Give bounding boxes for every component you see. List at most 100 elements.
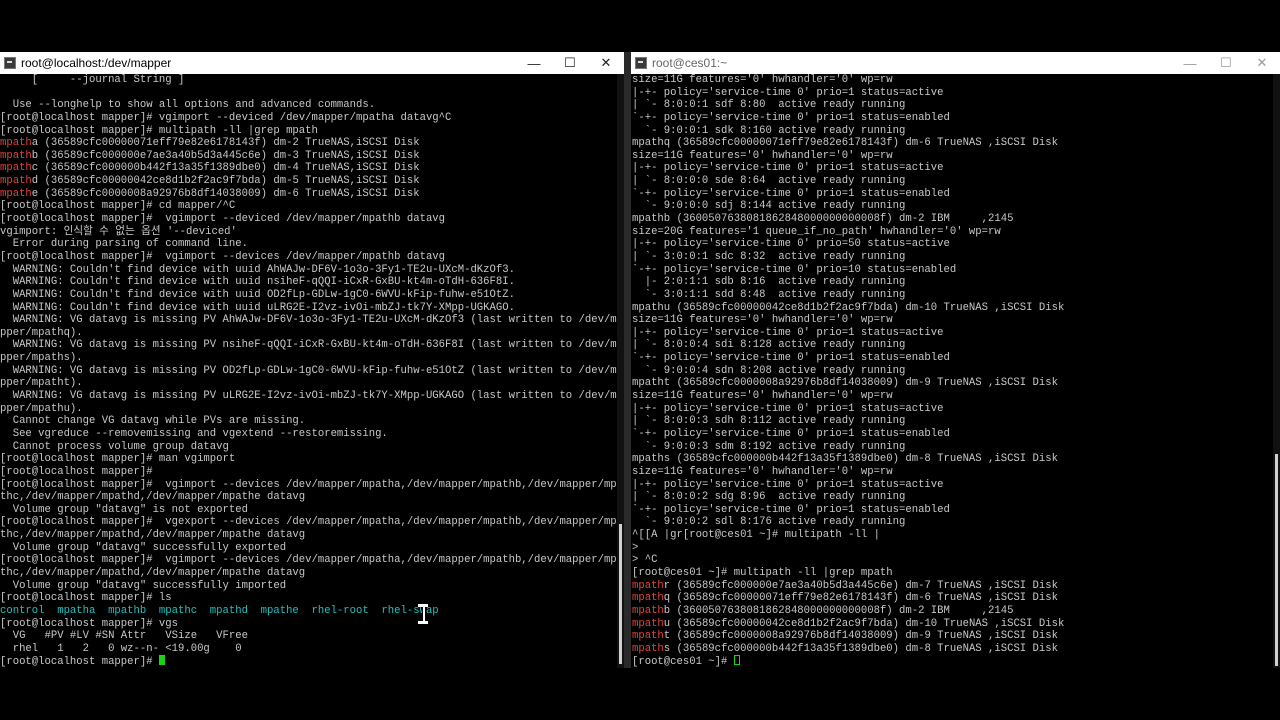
terminal-text: [root@localhost mapper]# vgimport --devi…	[0, 213, 446, 226]
close-button[interactable]: ✕	[1244, 52, 1280, 74]
scrollbar[interactable]	[1273, 74, 1280, 668]
terminal-text: b (36589cfc000000e7ae3a40b5d3a445c6e) dm…	[31, 149, 420, 162]
terminal-line: size=11G features='0' hwhandler='0' wp=r…	[632, 150, 1280, 163]
terminal-line: size=20G features='1 queue_if_no_path' h…	[632, 226, 1280, 239]
terminal-line: WARNING: Couldn't find device with uuid …	[0, 264, 624, 277]
terminal-text: mpath	[0, 137, 32, 150]
terminal-text: size=11G features='0' hwhandler='0' wp=r…	[632, 465, 893, 478]
terminal-text: `- 9:0:0:2 sdl 8:176 active ready runnin…	[632, 516, 906, 529]
terminal-line: |-+- policy='service-time 0' prio=1 stat…	[632, 479, 1280, 492]
terminal-text: `- 9:0:0:1 sdk 8:160 active ready runnin…	[632, 124, 906, 137]
terminal-text: pper/mpatht).	[0, 377, 83, 390]
terminal-line: thc,/dev/mapper/mpathd,/dev/mapper/mpath…	[0, 529, 624, 542]
terminal-line: [root@localhost mapper]# man vgimport	[0, 453, 624, 466]
terminal-line: |-+- policy='service-time 0' prio=1 stat…	[632, 87, 1280, 100]
terminal-text: q (36589cfc00000071eff79e82e6178143f) dm…	[663, 592, 1058, 605]
terminal-text: WARNING: Couldn't find device with uuid …	[0, 263, 515, 276]
terminal-line: | `- 8:0:0:2 sdg 8:96 active ready runni…	[632, 491, 1280, 504]
terminal-window-localhost[interactable]: root@localhost:/dev/mapper — ☐ ✕ [ --jou…	[0, 52, 624, 668]
terminal-text: [root@localhost mapper]# vgimport --devi…	[0, 554, 624, 567]
terminal-line: | `- 8:0:0:4 sdi 8:128 active ready runn…	[632, 339, 1280, 352]
terminal-text: | `- 8:0:0:4 sdi 8:128 active ready runn…	[632, 339, 906, 352]
terminal-text: WARNING: VG datavg is missing PV uLRG2E-…	[0, 390, 624, 403]
terminal-text: control mpatha mpathb mpathc mpathd mpat…	[0, 604, 439, 617]
scrollbar-thumb[interactable]	[619, 524, 622, 664]
terminal-text: Cannot process volume group datavg	[0, 440, 229, 453]
terminal-text: mpath	[0, 149, 32, 162]
terminal-line: Cannot change VG datavg while PVs are mi…	[0, 415, 624, 428]
terminal-text: mpathq (36589cfc00000071eff79e82e6178143…	[632, 137, 1058, 150]
terminal-line: size=11G features='0' hwhandler='0' wp=r…	[632, 466, 1280, 479]
terminal-line: [root@localhost mapper]# cd mapper/^C	[0, 200, 624, 213]
terminal-line: |-+- policy='service-time 0' prio=1 stat…	[632, 162, 1280, 175]
terminal-text: `-+- policy='service-time 0' prio=1 stat…	[632, 503, 950, 516]
terminal-text: `- 9:0:0:3 sdm 8:192 active ready runnin…	[632, 440, 906, 453]
terminal-text: [root@localhost mapper]# vgs	[0, 617, 179, 630]
terminal-text: WARNING: VG datavg is missing PV nsiheF-…	[0, 339, 624, 352]
terminal-output[interactable]: [ --journal String ] Use --longhelp to s…	[0, 74, 624, 668]
terminal-text: u (36589cfc00000042ce8d1b2f2ac9f7bda) dm…	[663, 617, 1065, 630]
terminal-line: thc,/dev/mapper/mpathd,/dev/mapper/mpath…	[0, 491, 624, 504]
minimize-button[interactable]: —	[516, 52, 552, 74]
maximize-button[interactable]: ☐	[552, 52, 588, 74]
terminal-text: b (3600507638081862848000000000008f) dm-…	[663, 604, 1014, 617]
terminal-line: thc,/dev/mapper/mpathd,/dev/mapper/mpath…	[0, 567, 624, 580]
terminal-line: [root@localhost mapper]# vgs	[0, 618, 624, 631]
terminal-line: [root@localhost mapper]# ls	[0, 592, 624, 605]
terminal-line: See vgreduce --removemissing and vgexten…	[0, 428, 624, 441]
terminal-line: [root@localhost mapper]# vgimport --devi…	[0, 213, 624, 226]
terminal-line: `-+- policy='service-time 0' prio=1 stat…	[632, 504, 1280, 517]
terminal-line: ^[[A |gr[root@ces01 ~]# multipath -ll |	[632, 529, 1280, 542]
text-cursor-icon	[418, 603, 428, 625]
maximize-button[interactable]: ☐	[1208, 52, 1244, 74]
terminal-line: mpathd (36589cfc00000042ce8d1b2f2ac9f7bd…	[0, 175, 624, 188]
terminal-line: WARNING: Couldn't find device with uuid …	[0, 302, 624, 315]
terminal-line: mpatht (36589cfc0000008a92976b8df1403800…	[632, 377, 1280, 390]
terminal-text: > ^C	[632, 554, 658, 567]
terminal-text: d (36589cfc00000042ce8d1b2f2ac9f7bda) dm…	[31, 175, 420, 188]
terminal-line: pper/mpaths).	[0, 352, 624, 365]
terminal-output[interactable]: size=11G features='0' hwhandler='0' wp=r…	[631, 74, 1280, 668]
terminal-line: mpathu (36589cfc00000042ce8d1b2f2ac9f7bd…	[632, 302, 1280, 315]
terminal-line: `- 9:0:0:0 sdj 8:144 active ready runnin…	[632, 200, 1280, 213]
window-title: root@localhost:/dev/mapper	[21, 56, 172, 70]
terminal-line: [root@localhost mapper]# multipath -ll |…	[0, 125, 624, 138]
terminal-text: | `- 8:0:0:0 sde 8:64 active ready runni…	[632, 175, 906, 188]
terminal-text: [root@localhost mapper]# man vgimport	[0, 453, 236, 466]
terminal-text: mpath	[632, 592, 664, 605]
terminal-text: [ --journal String ]	[0, 74, 185, 86]
terminal-text: |-+- policy='service-time 0' prio=1 stat…	[632, 402, 944, 415]
title-bar[interactable]: root@ces01:~ — ☐ ✕	[631, 52, 1280, 74]
terminal-window-ces01[interactable]: root@ces01:~ — ☐ ✕ size=11G features='0'…	[631, 52, 1280, 668]
terminal-text: size=11G features='0' hwhandler='0' wp=r…	[632, 74, 893, 86]
terminal-text: `-+- policy='service-time 0' prio=1 stat…	[632, 427, 950, 440]
minimize-button[interactable]: —	[1172, 52, 1208, 74]
terminal-text: | `- 3:0:0:1 sdc 8:32 active ready runni…	[632, 250, 906, 263]
terminal-line: pper/mpathq).	[0, 327, 624, 340]
terminal-line: WARNING: VG datavg is missing PV uLRG2E-…	[0, 390, 624, 403]
terminal-text: mpath	[632, 579, 664, 592]
terminal-text: | `- 8:0:0:3 sdh 8:112 active ready runn…	[632, 415, 906, 428]
terminal-text: size=11G features='0' hwhandler='0' wp=r…	[632, 390, 893, 403]
terminal-line: [root@localhost mapper]#	[0, 466, 624, 479]
terminal-line: [root@ces01 ~]# multipath -ll |grep mpat…	[632, 567, 1280, 580]
terminal-text: [root@ces01 ~]# multipath -ll |grep mpat…	[632, 566, 893, 579]
terminal-line: `- 9:0:0:3 sdm 8:192 active ready runnin…	[632, 441, 1280, 454]
terminal-text: size=11G features='0' hwhandler='0' wp=r…	[632, 314, 893, 327]
terminal-line: size=11G features='0' hwhandler='0' wp=r…	[632, 74, 1280, 87]
terminal-text: Use --longhelp to show all options and a…	[0, 99, 376, 112]
terminal-line: `-+- policy='service-time 0' prio=1 stat…	[632, 188, 1280, 201]
close-button[interactable]: ✕	[588, 52, 624, 74]
terminal-line: > ^C	[632, 554, 1280, 567]
scrollbar[interactable]	[617, 74, 624, 668]
title-bar[interactable]: root@localhost:/dev/mapper — ☐ ✕	[0, 52, 624, 74]
terminal-text: thc,/dev/mapper/mpathd,/dev/mapper/mpath…	[0, 491, 306, 504]
terminal-line: `- 9:0:0:2 sdl 8:176 active ready runnin…	[632, 516, 1280, 529]
terminal-line: mpaths (36589cfc000000b442f13a35f1389dbe…	[632, 643, 1280, 656]
scrollbar-thumb[interactable]	[1275, 454, 1278, 666]
terminal-line: [root@localhost mapper]# vgimport --devi…	[0, 554, 624, 567]
terminal-line: WARNING: Couldn't find device with uuid …	[0, 276, 624, 289]
terminal-line: mpathb (3600507638081862848000000000008f…	[632, 605, 1280, 618]
terminal-line: | `- 8:0:0:1 sdf 8:80 active ready runni…	[632, 99, 1280, 112]
